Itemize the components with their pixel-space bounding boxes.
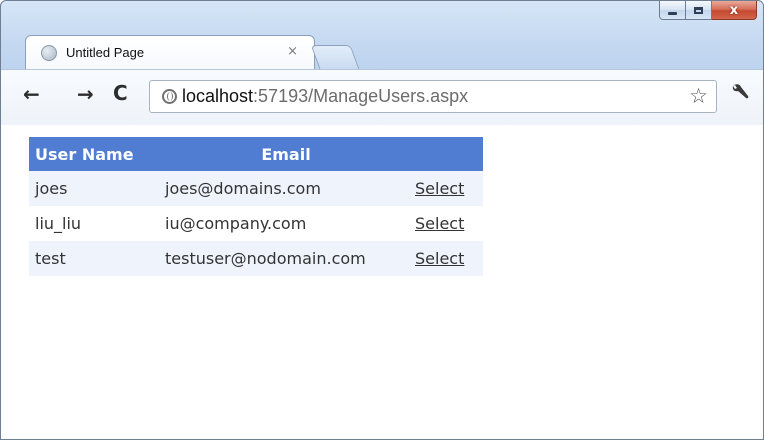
maximize-button[interactable] — [686, 1, 712, 20]
column-header-user-name: User Name — [29, 137, 159, 171]
user-name-cell: test — [29, 241, 159, 276]
minimize-icon — [668, 11, 677, 15]
page-content: User Name Email joes joes@domains.com Se… — [1, 125, 763, 439]
forward-button[interactable]: → — [77, 84, 94, 104]
url-text[interactable]: localhost:57193/ManageUsers.aspx — [182, 86, 468, 107]
column-header-email: Email — [159, 137, 413, 171]
grid-header-row: User Name Email — [29, 137, 483, 171]
window-caption-buttons: x — [659, 1, 757, 21]
close-icon: x — [729, 2, 739, 18]
browser-window: x Untitled Page × ← → C localhost:57193/… — [0, 0, 764, 440]
url-host: localhost — [182, 86, 254, 106]
browser-toolbar: ← → C localhost:57193/ManageUsers.aspx ☆ — [1, 69, 763, 126]
address-bar[interactable]: localhost:57193/ManageUsers.aspx ☆ — [149, 80, 717, 113]
email-cell: iu@company.com — [159, 206, 413, 241]
column-header-action — [413, 137, 483, 171]
url-path: :57193/ManageUsers.aspx — [253, 86, 469, 106]
select-link[interactable]: Select — [415, 249, 464, 268]
table-row: liu_liu iu@company.com Select — [29, 206, 483, 241]
table-row: test testuser@nodomain.com Select — [29, 241, 483, 276]
globe-icon — [162, 89, 177, 104]
tab-title: Untitled Page — [66, 45, 145, 60]
star-icon[interactable]: ☆ — [689, 84, 708, 108]
select-link[interactable]: Select — [415, 214, 464, 233]
reload-button[interactable]: C — [113, 83, 128, 103]
action-cell: Select — [413, 241, 483, 276]
table-row: joes joes@domains.com Select — [29, 171, 483, 206]
close-window-button[interactable]: x — [712, 1, 757, 20]
select-link[interactable]: Select — [415, 179, 464, 198]
email-cell: testuser@nodomain.com — [159, 241, 413, 276]
maximize-icon — [694, 6, 703, 14]
new-tab-button[interactable] — [310, 45, 360, 69]
tab-close-icon[interactable]: × — [287, 44, 298, 59]
back-button[interactable]: ← — [23, 84, 40, 104]
user-name-cell: joes — [29, 171, 159, 206]
browser-tab-active[interactable]: Untitled Page × — [25, 35, 315, 70]
wrench-icon[interactable] — [729, 82, 751, 104]
minimize-button[interactable] — [659, 1, 686, 20]
user-name-cell: liu_liu — [29, 206, 159, 241]
action-cell: Select — [413, 171, 483, 206]
action-cell: Select — [413, 206, 483, 241]
email-cell: joes@domains.com — [159, 171, 413, 206]
users-grid: User Name Email joes joes@domains.com Se… — [29, 137, 483, 276]
globe-icon — [41, 45, 57, 61]
